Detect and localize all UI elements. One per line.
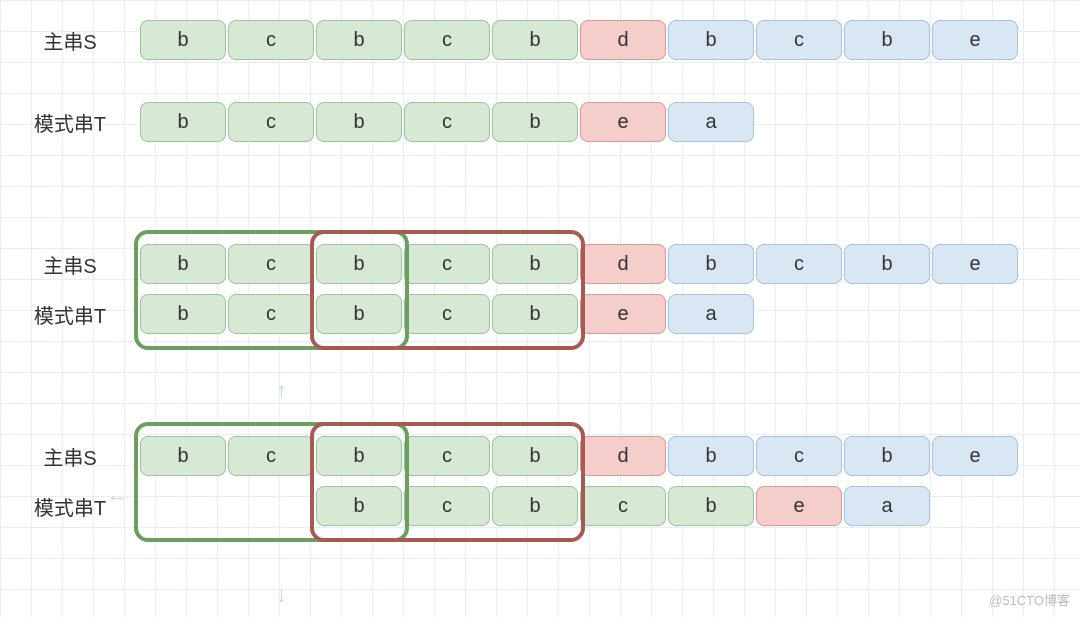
diagram-content: 主串S bcbcbdbcbe 模式串T bcbcbea 主串S bcbcbdbc… xyxy=(0,0,1080,526)
cell: e xyxy=(580,294,666,334)
cell: c xyxy=(228,244,314,284)
cells-t3: bcbcbea xyxy=(316,486,930,526)
cell: a xyxy=(668,294,754,334)
arrow-down-icon: ↓ xyxy=(276,582,287,608)
cell: b xyxy=(140,294,226,334)
row-s2: 主串S bcbcbdbcbe xyxy=(0,244,1080,284)
cell: b xyxy=(316,294,402,334)
cell: e xyxy=(932,436,1018,476)
label-pattern-t: 模式串T xyxy=(0,108,140,137)
cell: b xyxy=(668,20,754,60)
cell: b xyxy=(844,244,930,284)
row-t1: 模式串T bcbcbea xyxy=(0,102,1080,142)
cell: c xyxy=(404,486,490,526)
cell: a xyxy=(668,102,754,142)
row-t2: 模式串T bcbcbea xyxy=(0,294,1080,334)
cell: b xyxy=(140,436,226,476)
cell: b xyxy=(316,436,402,476)
cell: b xyxy=(492,244,578,284)
cell: b xyxy=(492,20,578,60)
label-pattern-t: 模式串T xyxy=(0,300,140,329)
cell: c xyxy=(404,20,490,60)
cell: b xyxy=(316,20,402,60)
cell: c xyxy=(228,102,314,142)
watermark: @51CTO博客 xyxy=(989,590,1070,609)
cell: b xyxy=(492,294,578,334)
cell: c xyxy=(228,20,314,60)
cell: e xyxy=(932,20,1018,60)
cell: c xyxy=(228,294,314,334)
cell: b xyxy=(668,436,754,476)
cells-t1: bcbcbea xyxy=(140,102,754,142)
cell: b xyxy=(140,20,226,60)
cell: e xyxy=(580,102,666,142)
cell: c xyxy=(404,294,490,334)
row-t3: 模式串T bcbcbea xyxy=(0,486,1080,526)
cell: d xyxy=(580,436,666,476)
cell: b xyxy=(668,486,754,526)
cells-s2: bcbcbdbcbe xyxy=(140,244,1018,284)
cell: c xyxy=(756,244,842,284)
cell: b xyxy=(492,102,578,142)
arrow-left-icon: ← xyxy=(106,482,128,508)
arrow-up-icon: ↑ xyxy=(276,378,287,404)
cell: b xyxy=(844,20,930,60)
cell: b xyxy=(492,486,578,526)
cell: c xyxy=(404,102,490,142)
cells-s1: bcbcbdbcbe xyxy=(140,20,1018,60)
cell: a xyxy=(844,486,930,526)
label-main-s: 主串S xyxy=(0,442,140,471)
cell: c xyxy=(580,486,666,526)
cells-s3: bcbcbdbcbe xyxy=(140,436,1018,476)
label-main-s: 主串S xyxy=(0,26,140,55)
row-s1: 主串S bcbcbdbcbe xyxy=(0,20,1080,60)
row-s3: 主串S bcbcbdbcbe xyxy=(0,436,1080,476)
cell: b xyxy=(316,244,402,284)
cell: c xyxy=(228,436,314,476)
cell: c xyxy=(404,436,490,476)
cells-t2: bcbcbea xyxy=(140,294,754,334)
cell: d xyxy=(580,20,666,60)
cell: c xyxy=(404,244,490,284)
cell: e xyxy=(932,244,1018,284)
cell: b xyxy=(140,102,226,142)
cell: b xyxy=(668,244,754,284)
cell: b xyxy=(316,102,402,142)
cell: b xyxy=(316,486,402,526)
cell: b xyxy=(844,436,930,476)
label-main-s: 主串S xyxy=(0,250,140,279)
cell: c xyxy=(756,20,842,60)
cell: d xyxy=(580,244,666,284)
cell: e xyxy=(756,486,842,526)
cell: c xyxy=(756,436,842,476)
cell: b xyxy=(492,436,578,476)
cell: b xyxy=(140,244,226,284)
